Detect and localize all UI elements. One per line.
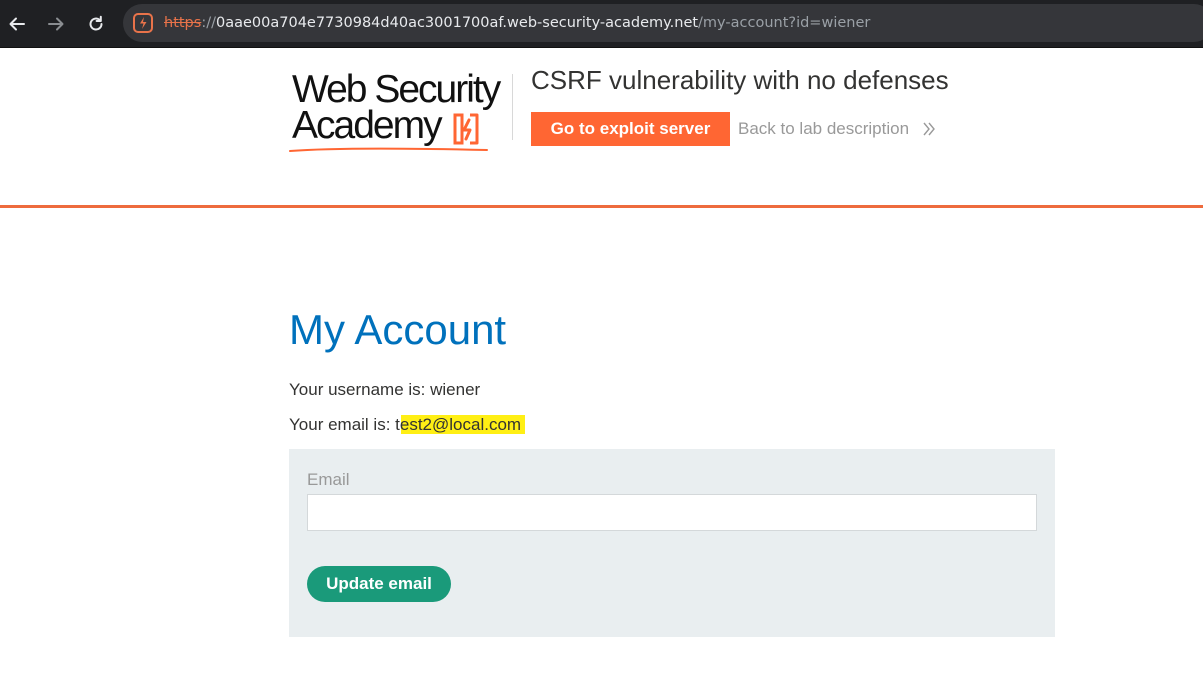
browser-toolbar: https://0aae00a704e7730984d40ac3001700af… (0, 0, 1203, 48)
double-chevron-right-icon[interactable] (922, 122, 936, 136)
web-security-academy-logo[interactable]: Web Security Academy (289, 70, 513, 152)
page-title: My Account (289, 306, 507, 353)
logo-text-line2: Academy (292, 104, 443, 147)
back-arrow-icon[interactable] (3, 10, 31, 38)
email-input[interactable] (307, 494, 1037, 531)
change-email-form: Email Update email (289, 449, 1055, 637)
logo-underline (289, 147, 488, 152)
header-divider (512, 74, 513, 140)
email-prefix: Your email is: (289, 415, 396, 434)
forward-arrow-icon[interactable] (42, 10, 70, 38)
username-line: Your username is: wiener (289, 379, 480, 401)
site-header: Web Security Academy CSRF vulnerability … (0, 48, 1203, 208)
url-separator: :// (201, 15, 216, 31)
email-line: Your email is: test2@local.com (289, 414, 526, 436)
address-bar[interactable]: https://0aae00a704e7730984d40ac3001700af… (123, 4, 1203, 42)
url-host: 0aae00a704e7730984d40ac3001700af.web-sec… (215, 15, 699, 31)
lab-title: CSRF vulnerability with no defenses (531, 65, 949, 95)
email-value: test2@local.com (395, 415, 526, 434)
username-value: wiener (430, 380, 481, 399)
logo-lightning-icon (453, 113, 479, 145)
reload-icon[interactable] (82, 10, 110, 38)
url-path: /my-account?id=wiener (698, 15, 871, 31)
email-label: Email (307, 470, 350, 489)
back-to-lab-description-link[interactable]: Back to lab description (738, 119, 909, 139)
url-text[interactable]: https://0aae00a704e7730984d40ac3001700af… (164, 14, 870, 32)
site-lightning-icon[interactable] (133, 13, 153, 33)
go-to-exploit-server-button[interactable]: Go to exploit server (531, 112, 730, 146)
url-scheme: https (164, 15, 202, 31)
update-email-button[interactable]: Update email (307, 566, 451, 602)
username-prefix: Your username is: (289, 380, 431, 399)
